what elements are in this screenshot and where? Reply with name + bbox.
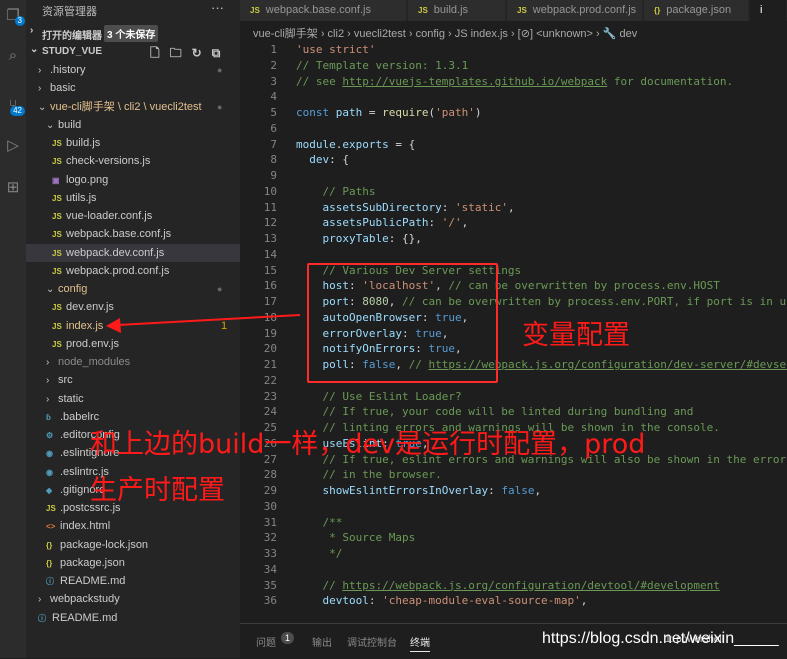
annotation-note-line1: 和上边的build一样，dev是运行时配置，prod	[90, 429, 646, 460]
annotation-arrow	[106, 314, 301, 333]
annotation-variable-config: 变量配置	[522, 320, 630, 351]
annotation-note-line2: 生产时配置	[90, 475, 225, 506]
